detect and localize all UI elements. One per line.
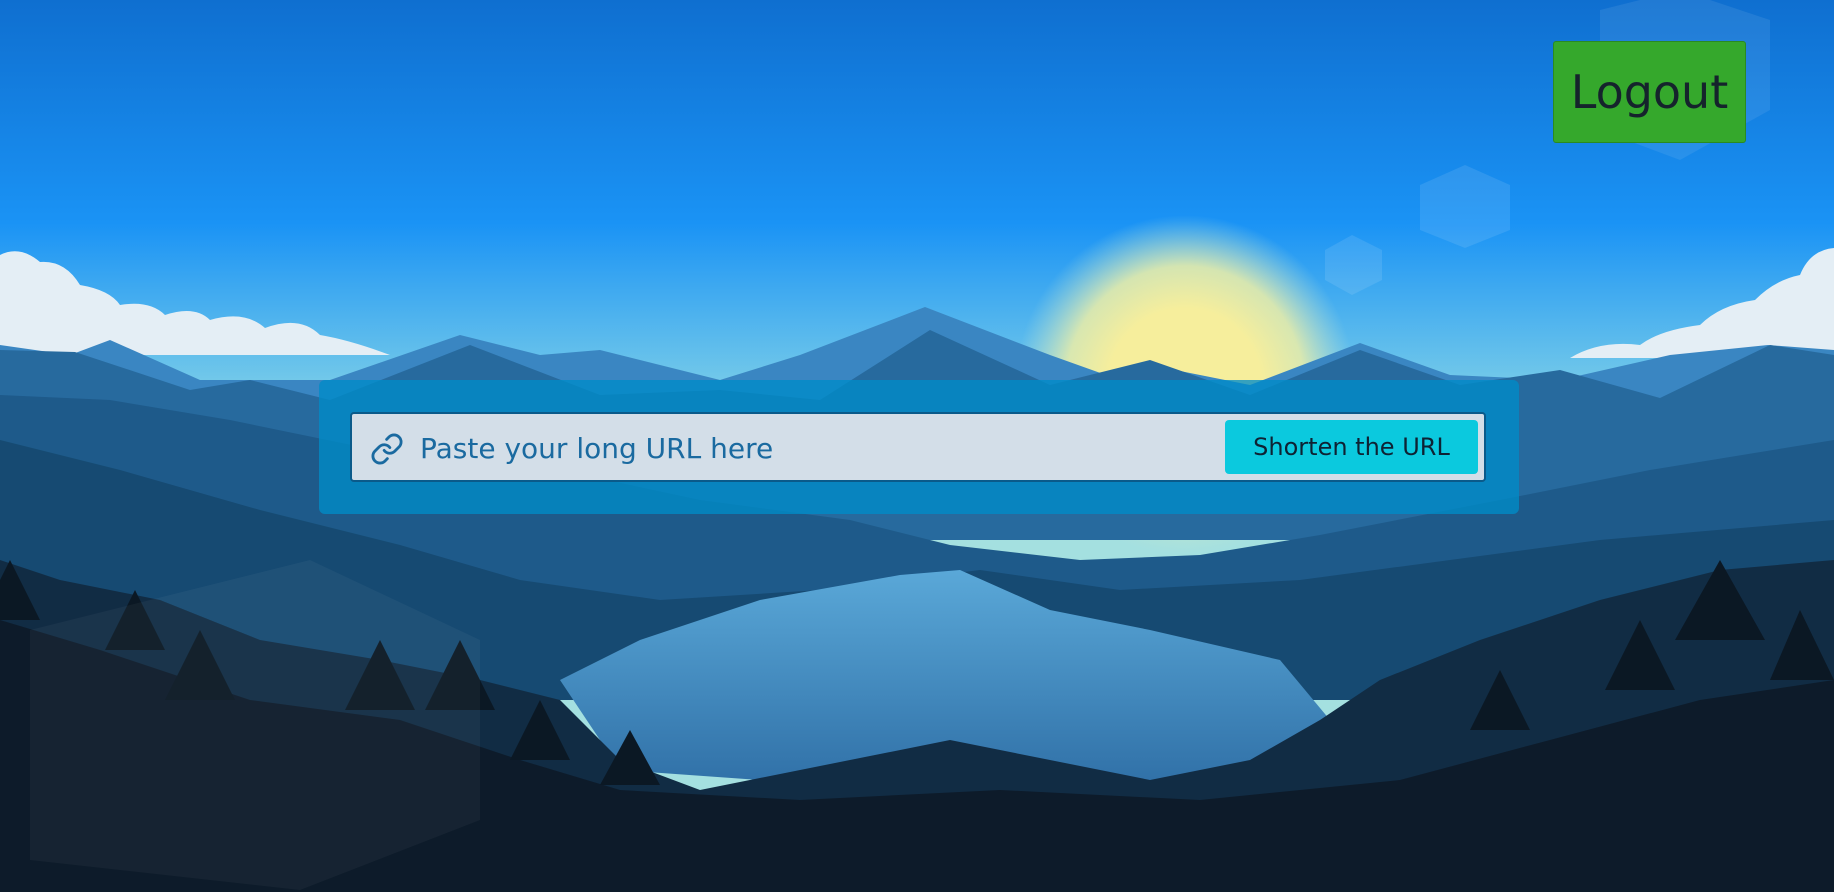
url-input-group: Shorten the URL	[350, 412, 1486, 482]
shorten-url-button[interactable]: Shorten the URL	[1225, 420, 1478, 474]
logout-button[interactable]: Logout	[1553, 41, 1746, 143]
url-shortener-panel: Shorten the URL	[319, 380, 1519, 514]
url-input[interactable]	[418, 420, 1162, 476]
link-icon	[371, 433, 403, 465]
